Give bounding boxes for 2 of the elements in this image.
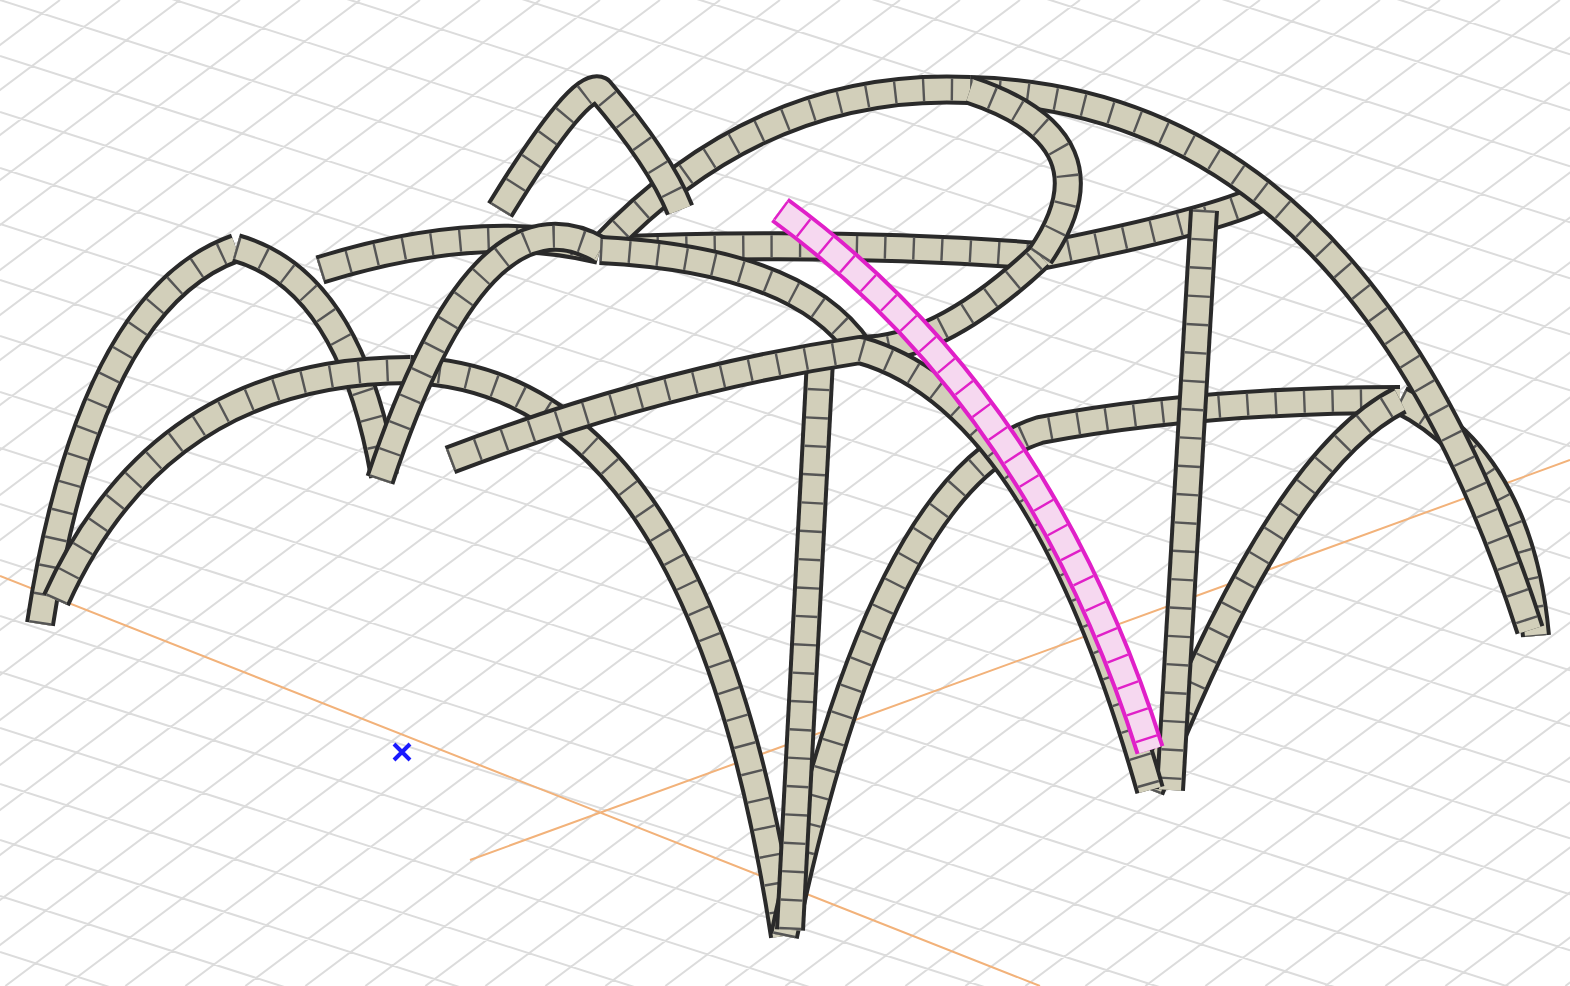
origin-marker-icon [392,742,412,762]
rib[interactable] [770,198,1165,755]
